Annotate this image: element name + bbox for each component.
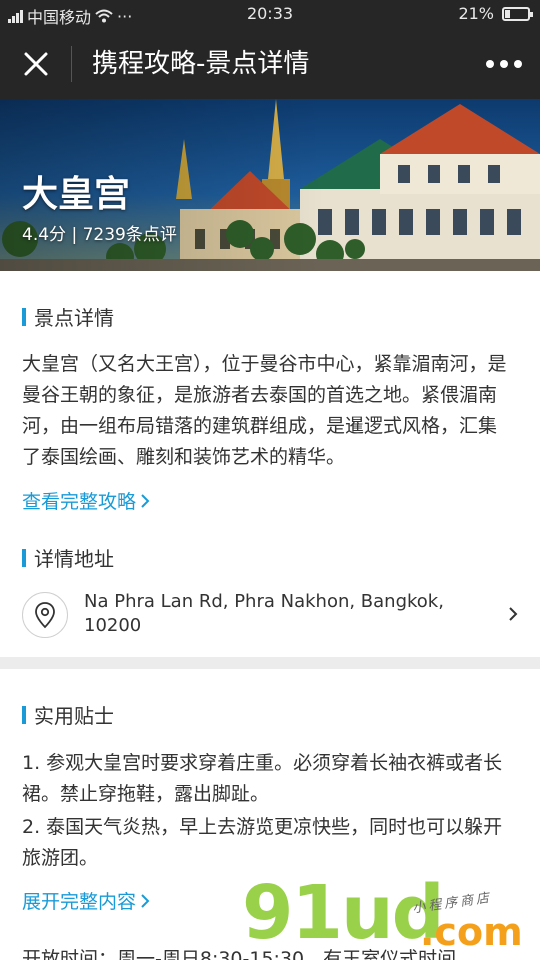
address-text: Na Phra Lan Rd, Phra Nakhon, Bangkok, 10…	[84, 591, 444, 636]
battery-percent: 21%	[458, 4, 494, 23]
tips-line-1: 1. 参观大皇宫时要求穿着庄重。必须穿着长袖衣裤或者长裙。禁止穿拖鞋，露出脚趾。	[22, 752, 503, 805]
address-row[interactable]: Na Phra Lan Rd, Phra Nakhon, Bangkok, 10…	[0, 584, 540, 646]
chevron-right-icon	[509, 607, 518, 621]
expand-content-label: 展开完整内容	[22, 891, 137, 913]
close-button[interactable]	[18, 48, 54, 80]
view-full-guide-label: 查看完整攻略	[22, 491, 137, 513]
section-details-title: 景点详情	[22, 302, 114, 331]
attraction-name: 大皇宫	[22, 174, 131, 215]
section-address-title: 详情地址	[22, 543, 114, 572]
chevron-right-icon	[141, 893, 150, 908]
section-marker	[22, 548, 26, 567]
status-right: 21%	[458, 4, 533, 23]
close-icon	[24, 52, 48, 76]
title-divider	[71, 46, 72, 82]
title-bar: 携程攻略-景点详情	[0, 28, 540, 99]
more-button[interactable]	[486, 52, 522, 76]
location-pin-icon	[22, 592, 68, 638]
expand-content-link[interactable]: 展开完整内容	[22, 887, 150, 914]
status-bar: 中国移动 ··· 20:33 21%	[0, 0, 540, 28]
battery-icon	[502, 6, 533, 21]
section-marker	[22, 307, 26, 326]
more-icon	[486, 60, 494, 68]
opening-hours-text: 开放时间：周一-周日8:30-15:30，有王室仪式时间	[22, 948, 457, 960]
section-tips-title: 实用贴士	[22, 700, 114, 729]
chevron-right-icon	[141, 493, 150, 508]
view-full-guide-link[interactable]: 查看完整攻略	[22, 487, 150, 514]
tips-line-2: 2. 泰国天气炎热，早上去游览更凉快些，同时也可以躲开旅游团。	[22, 816, 503, 869]
page-title: 携程攻略-景点详情	[92, 49, 310, 79]
watermark-tag: 小程序商店	[411, 890, 493, 917]
attraction-rating: 4.4分 | 7239条点评	[22, 225, 177, 245]
section-marker	[22, 705, 26, 724]
hero-banner: 大皇宫 4.4分 | 7239条点评	[0, 99, 540, 271]
section-tips-heading: 实用贴士	[34, 704, 114, 728]
section-address-heading: 详情地址	[34, 547, 114, 571]
details-text: 大皇宫（又名大王宫），位于曼谷市中心，紧靠湄南河，是曼谷王朝的象征，是旅游者去泰…	[22, 353, 507, 468]
section-details-heading: 景点详情	[34, 306, 114, 330]
section-separator	[0, 657, 540, 669]
